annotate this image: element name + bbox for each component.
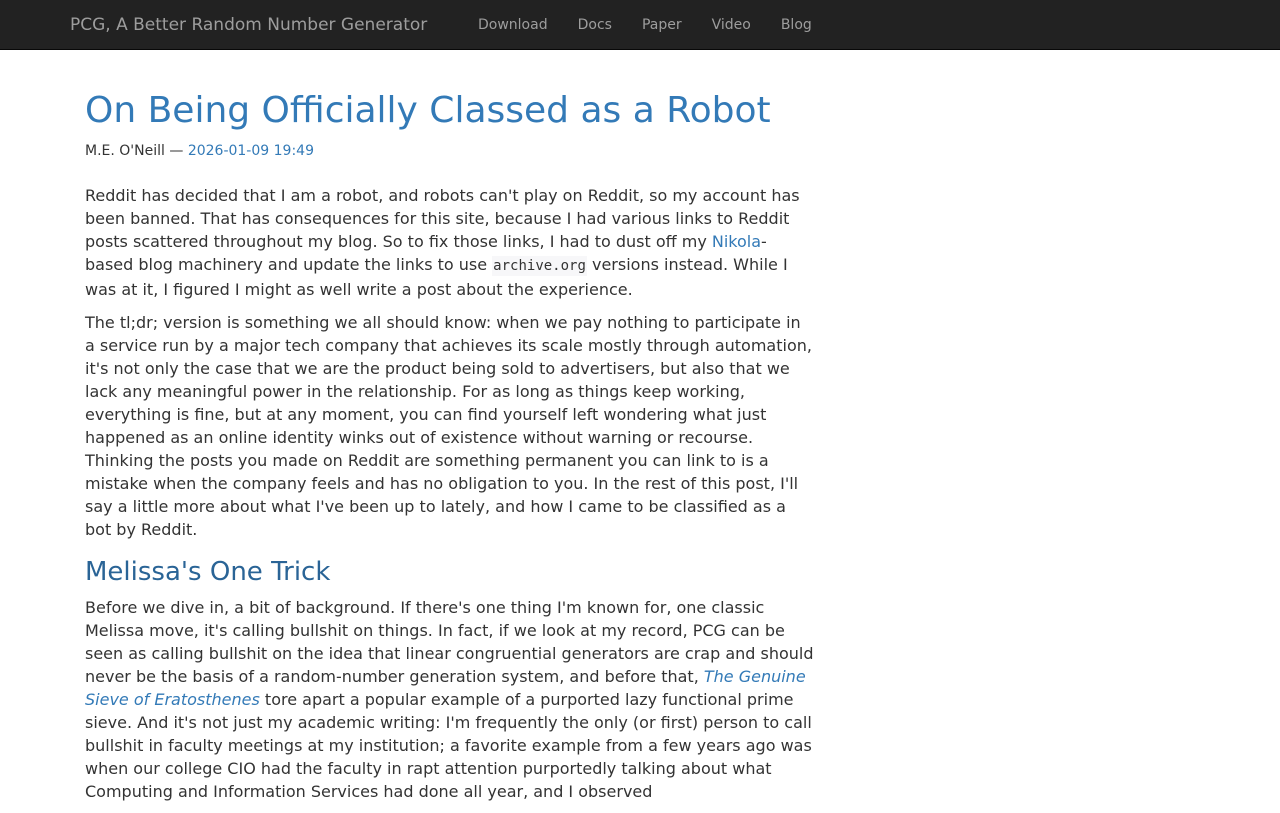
nav-download-link[interactable]: Download: [463, 0, 563, 50]
meta-separator: —: [164, 143, 188, 159]
post-date-link[interactable]: 2026-01-09 19:49: [188, 143, 314, 159]
post-content: On Being Officially Classed as a Robot M…: [85, 84, 815, 813]
site-brand-link[interactable]: PCG, A Better Random Number Generator: [70, 0, 427, 50]
paragraph-intro: Reddit has decided that I am a robot, an…: [85, 184, 815, 301]
top-navbar: PCG, A Better Random Number Generator Do…: [0, 0, 1280, 50]
nav-blog-link[interactable]: Blog: [766, 0, 827, 50]
post-title: On Being Officially Classed as a Robot: [85, 90, 771, 131]
nav-paper-link[interactable]: Paper: [627, 0, 697, 50]
paragraph-tldr: The tl;dr; version is something we all s…: [85, 313, 812, 539]
nikola-link[interactable]: Nikola: [712, 232, 761, 251]
paragraph-background: Before we dive in, a bit of background. …: [85, 596, 815, 803]
section-heading: Melissa's One Trick: [85, 557, 331, 587]
paragraph-text: Reddit has decided that I am a robot, an…: [85, 186, 800, 251]
post-body: Reddit has decided that I am a robot, an…: [85, 184, 815, 803]
post-author: M.E. O'Neill: [85, 143, 165, 159]
post-meta: M.E. O'Neill — 2026-01-09 19:49: [85, 141, 815, 161]
nav-links: Download Docs Paper Video Blog: [463, 0, 827, 50]
nav-docs-link[interactable]: Docs: [563, 0, 627, 50]
archive-org-code: archive.org: [492, 256, 587, 276]
nav-video-link[interactable]: Video: [697, 0, 766, 50]
